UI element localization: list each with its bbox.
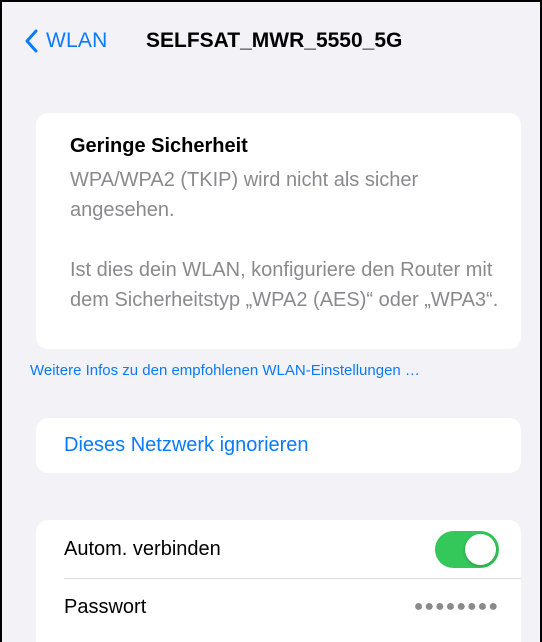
navigation-bar: WLAN SELFSAT_MWR_5550_5G — [2, 2, 540, 82]
password-masked-value: ●●●●●●●● — [413, 598, 499, 615]
password-label: Passwort — [64, 596, 147, 618]
toggle-knob — [465, 534, 496, 565]
password-row[interactable]: Passwort ●●●●●●●● — [36, 578, 521, 636]
ignore-network-button[interactable]: Dieses Netzwerk ignorieren — [64, 418, 309, 473]
ignore-network-card: Dieses Netzwerk ignorieren — [36, 418, 521, 473]
more-info-link[interactable]: Weitere Infos zu den empfohlenen WLAN-Ei… — [30, 360, 450, 382]
wifi-network-detail-screen: WLAN SELFSAT_MWR_5550_5G Geringe Sicherh… — [0, 0, 542, 642]
auto-join-row: Autom. verbinden — [36, 520, 521, 578]
auto-join-label: Autom. verbinden — [64, 538, 221, 560]
back-button-label: WLAN — [46, 29, 108, 52]
network-name-title: SELFSAT_MWR_5550_5G — [146, 29, 403, 52]
security-warning-title: Geringe Sicherheit — [70, 135, 248, 157]
network-settings-card: Autom. verbinden Passwort ●●●●●●●● — [36, 520, 521, 642]
security-recommendation-text: Ist dies dein WLAN, konfiguriere den Rou… — [70, 259, 499, 311]
security-warning-card: Geringe Sicherheit WPA/WPA2 (TKIP) wird … — [36, 113, 521, 349]
back-button[interactable]: WLAN — [24, 24, 107, 58]
chevron-left-icon — [24, 29, 38, 53]
security-warning-text: WPA/WPA2 (TKIP) wird nicht als sicher an… — [70, 169, 419, 221]
auto-join-toggle[interactable] — [435, 531, 499, 568]
